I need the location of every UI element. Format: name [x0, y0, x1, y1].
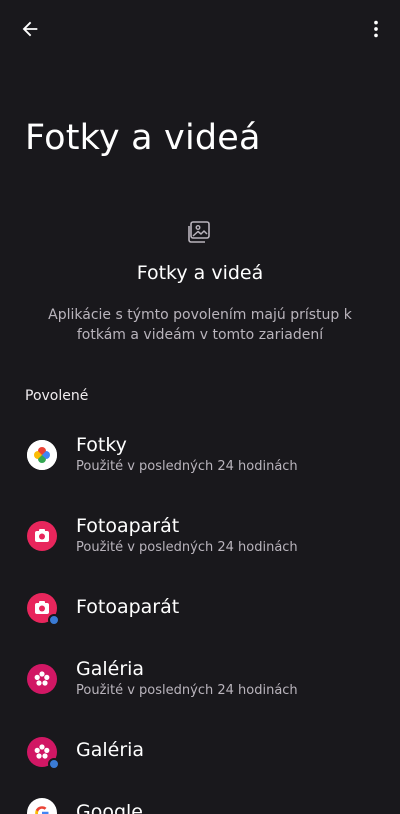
app-name: Fotky: [76, 434, 127, 456]
photo-icon: [188, 221, 210, 243]
google-photos-icon: [27, 440, 57, 470]
section-header-allowed: Povolené: [25, 388, 89, 404]
camera-icon: [27, 521, 57, 551]
app-name: Fotoaparát: [76, 515, 180, 537]
gallery-icon: [27, 664, 57, 694]
camera-work-icon: [27, 593, 60, 626]
google-icon: [27, 798, 57, 814]
page-title: Fotky a videá: [25, 118, 261, 158]
app-item-galeria-work[interactable]: Galéria: [0, 721, 400, 785]
app-name: Galéria: [76, 658, 145, 680]
app-name: Galéria: [76, 739, 145, 761]
arrow-back-icon: [22, 21, 38, 37]
app-item-galeria[interactable]: Galéria Použité v posledných 24 hodinách: [0, 641, 400, 721]
app-item-fotky[interactable]: Fotky Použité v posledných 24 hodinách: [0, 415, 400, 496]
app-item-fotoaparat-work-row[interactable]: Fotoaparát: [0, 577, 400, 641]
work-badge-icon: [48, 758, 60, 770]
gallery-work-icon: [27, 737, 60, 770]
work-badge-icon: [48, 614, 60, 626]
more-options-button[interactable]: [356, 9, 396, 49]
app-usage: Použité v posledných 24 hodinách: [76, 683, 298, 698]
app-name: Fotoaparát: [76, 596, 180, 618]
app-list: Fotky Použité v posledných 24 hodinách F…: [0, 415, 400, 577]
app-name: Google: [76, 801, 144, 814]
app-usage: Použité v posledných 24 hodinách: [76, 459, 298, 474]
app-usage: Použité v posledných 24 hodinách: [76, 540, 298, 555]
app-item-fotoaparat[interactable]: Fotoaparát Použité v posledných 24 hodin…: [0, 496, 400, 577]
back-button[interactable]: [10, 9, 50, 49]
top-app-bar: [0, 0, 400, 56]
more-vert-icon: [374, 20, 378, 38]
permission-description: Aplikácie s týmto povolením majú prístup…: [48, 307, 352, 343]
permission-title: Fotky a videá: [136, 262, 264, 284]
app-item-google[interactable]: Google: [0, 785, 400, 814]
